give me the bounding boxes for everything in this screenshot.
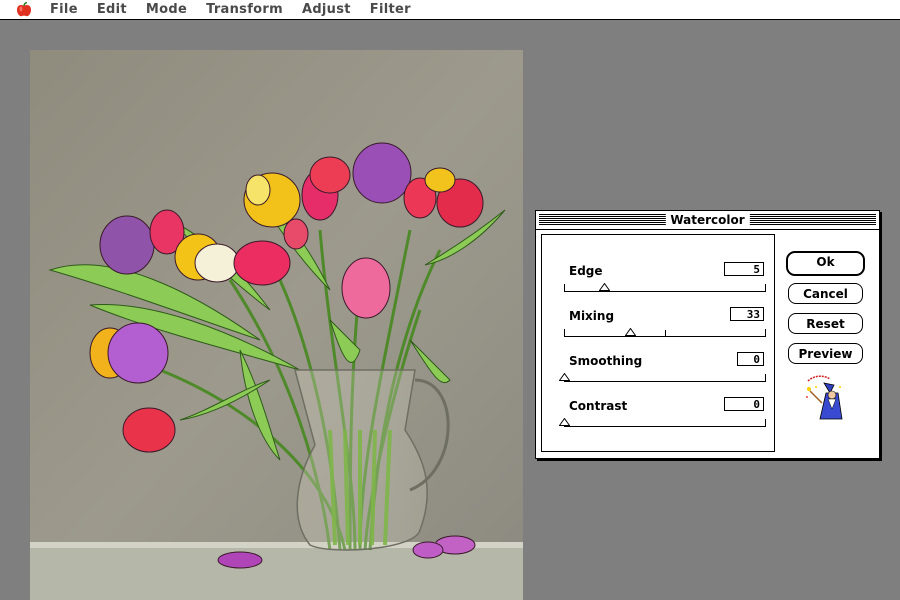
smoothing-slider-thumb[interactable] xyxy=(558,373,570,381)
smoothing-slider-track[interactable] xyxy=(564,374,766,382)
reset-button[interactable]: Reset xyxy=(788,313,863,334)
ok-button[interactable]: Ok xyxy=(786,251,865,276)
edge-value-field[interactable]: 5 xyxy=(724,262,764,276)
mixing-track-tick-right xyxy=(765,329,766,336)
mixing-track-tick-mid xyxy=(665,330,666,336)
edge-slider-thumb[interactable] xyxy=(598,283,610,291)
dialog-titlebar[interactable]: Watercolor xyxy=(536,211,879,230)
mixing-slider-track[interactable] xyxy=(564,329,766,337)
mixing-slider-thumb[interactable] xyxy=(625,328,637,336)
edge-slider-track[interactable] xyxy=(564,284,766,292)
menu-edit[interactable]: Edit xyxy=(97,2,127,17)
menu-file[interactable]: File xyxy=(50,2,78,17)
smoothing-label: Smoothing xyxy=(569,354,643,368)
menu-filter[interactable]: Filter xyxy=(370,2,411,17)
menu-adjust[interactable]: Adjust xyxy=(302,2,351,17)
smoothing-track-tick-right xyxy=(765,374,766,381)
mixing-label: Mixing xyxy=(569,309,615,323)
apple-icon[interactable] xyxy=(16,1,32,17)
mixing-value-field[interactable]: 33 xyxy=(730,307,764,321)
contrast-slider-thumb[interactable] xyxy=(558,418,570,426)
wizard-icon xyxy=(804,373,846,421)
cancel-button[interactable]: Cancel xyxy=(788,283,863,304)
watercolor-dialog: Watercolor Edge 5 Mixing 33 Smoothing 0 … xyxy=(535,210,880,459)
contrast-value-field[interactable]: 0 xyxy=(724,397,764,411)
contrast-track-tick-right xyxy=(765,419,766,426)
parameters-panel: Edge 5 Mixing 33 Smoothing 0 Contrast 0 xyxy=(541,234,775,452)
mixing-track-tick-left xyxy=(564,329,565,336)
menu-bar: File Edit Mode Transform Adjust Filter xyxy=(0,0,900,20)
contrast-label: Contrast xyxy=(569,399,628,413)
menu-mode[interactable]: Mode xyxy=(146,2,187,17)
edge-label: Edge xyxy=(569,264,603,278)
menu-transform[interactable]: Transform xyxy=(206,2,283,17)
smoothing-value-field[interactable]: 0 xyxy=(737,352,764,366)
edge-track-tick-left xyxy=(564,284,565,291)
tulip-watercolor-image[interactable] xyxy=(30,50,523,600)
preview-button[interactable]: Preview xyxy=(788,343,863,364)
contrast-slider-track[interactable] xyxy=(564,419,766,427)
edge-track-tick-right xyxy=(765,284,766,291)
dialog-title: Watercolor xyxy=(665,212,750,228)
